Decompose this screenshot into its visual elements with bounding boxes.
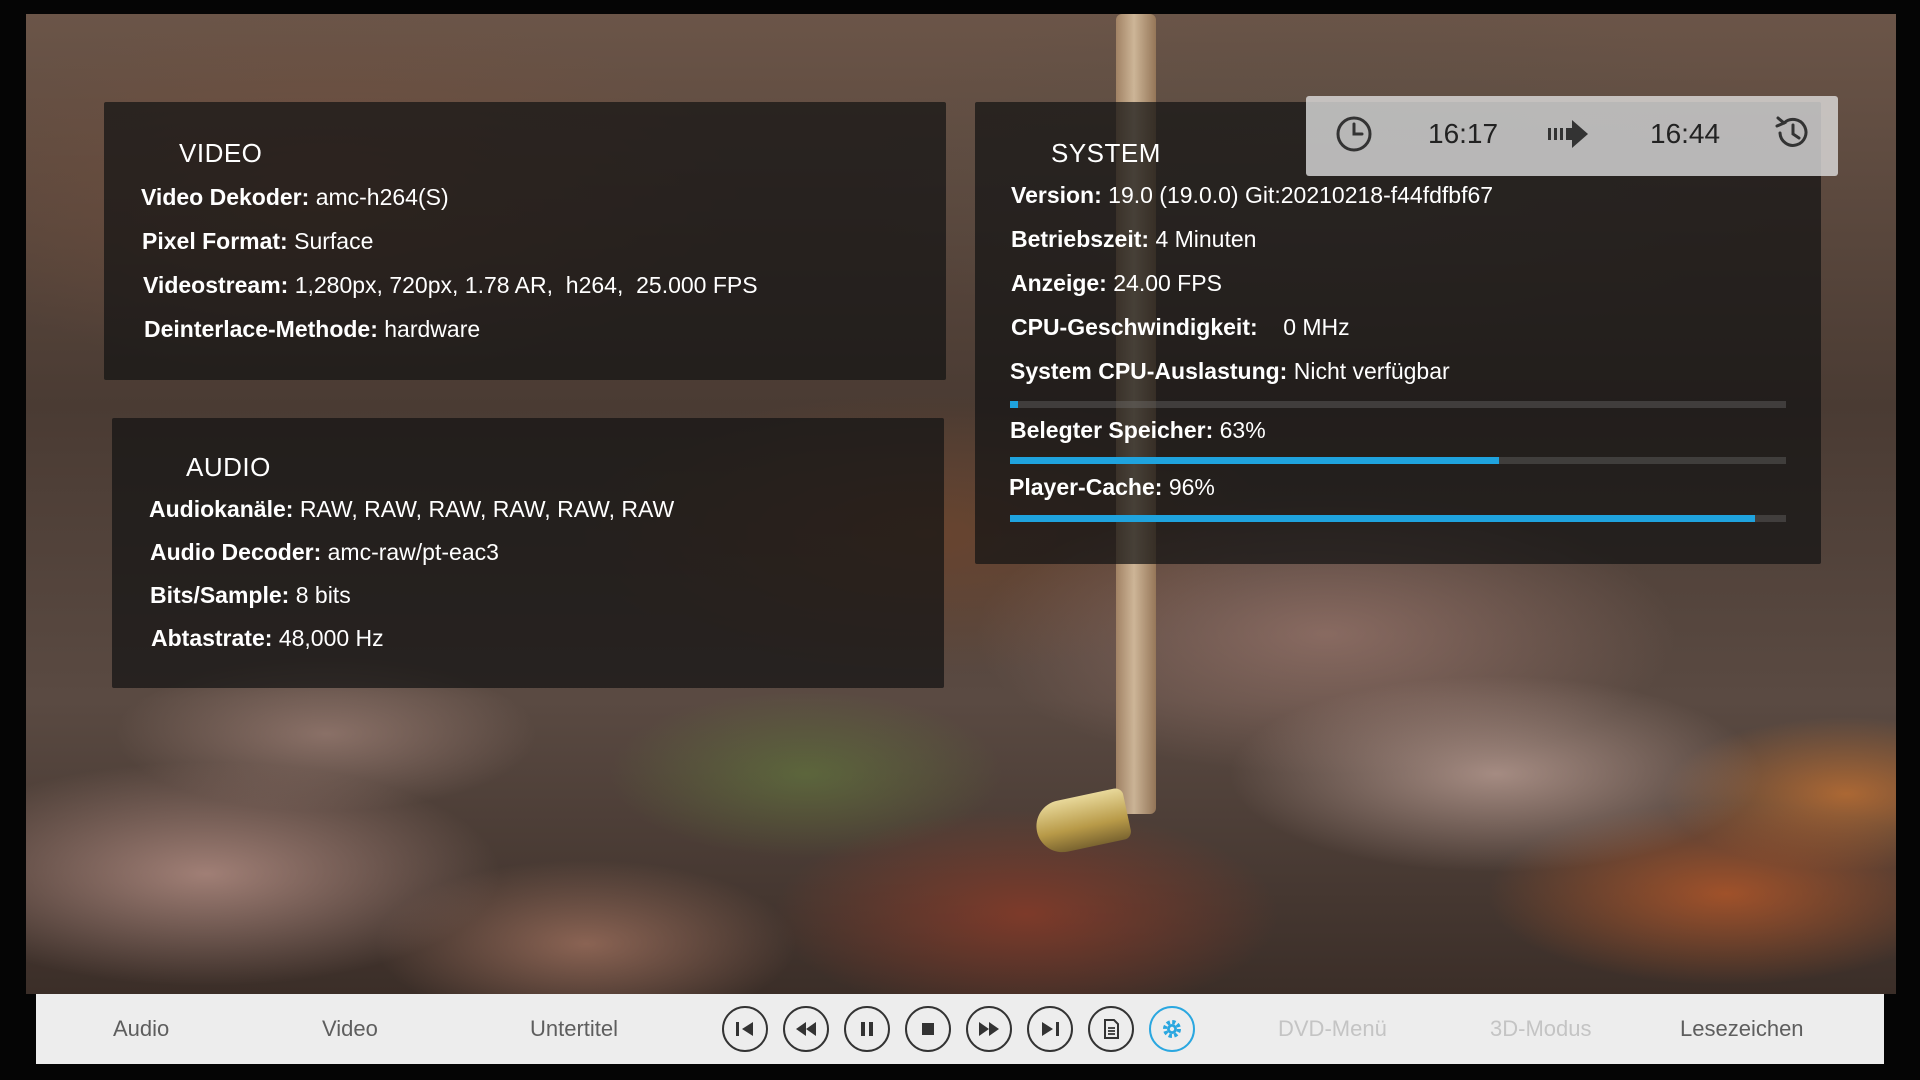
- skip-next-button[interactable]: [1027, 1006, 1073, 1052]
- current-time: 16:17: [1428, 118, 1499, 149]
- row-value: RAW, RAW, RAW, RAW, RAW, RAW: [299, 496, 675, 522]
- row-value: 1,280px, 720px, 1.78 AR, h264, 25.000 FP…: [294, 272, 758, 298]
- row-key: Player-Cache:: [1009, 474, 1163, 500]
- row-key: Video Dekoder:: [141, 184, 310, 210]
- osd-control-bar: Audio Video Untertitel DVD-Menü 3D-Modus…: [36, 994, 1884, 1064]
- skip-next-icon: [1042, 1022, 1059, 1036]
- row-key: Videostream:: [143, 272, 289, 298]
- row-value: amc-raw/pt-eac3: [327, 539, 499, 565]
- settings-button[interactable]: [1149, 1006, 1195, 1052]
- skip-previous-button[interactable]: [722, 1006, 768, 1052]
- row-value: hardware: [384, 316, 481, 342]
- row-value: 63%: [1219, 417, 1266, 443]
- memory-row: Belegter Speicher: 63%: [1010, 417, 1266, 444]
- row-value: 0 MHz: [1264, 314, 1350, 340]
- time-overlay: 16:17 16:44: [1306, 96, 1838, 176]
- fast-forward-button[interactable]: [966, 1006, 1012, 1052]
- row-key: Belegter Speicher:: [1010, 417, 1214, 443]
- background-shell: [1031, 787, 1133, 857]
- stop-icon: [922, 1023, 934, 1035]
- playlist-icon: [1104, 1019, 1119, 1039]
- playlist-button[interactable]: [1088, 1006, 1134, 1052]
- audio-decoder-row: Audio Decoder: amc-raw/pt-eac3: [150, 539, 499, 566]
- row-value: Nicht verfügbar: [1293, 358, 1450, 384]
- rewind-icon: [796, 1022, 816, 1036]
- videostream-row: Videostream: 1,280px, 720px, 1.78 AR, h2…: [143, 272, 758, 299]
- system-panel-title: SYSTEM: [1051, 138, 1161, 168]
- end-time: 16:44: [1650, 118, 1721, 149]
- row-key: Audiokanäle:: [149, 496, 294, 522]
- row-key: Pixel Format:: [142, 228, 288, 254]
- player-cache-bar: [1010, 515, 1786, 522]
- samplerate-row: Abtastrate: 48,000 Hz: [151, 625, 384, 652]
- bookmarks-button[interactable]: Lesezeichen: [1680, 1016, 1804, 1042]
- row-key: Version:: [1011, 182, 1102, 208]
- row-value: Surface: [294, 228, 374, 254]
- cpu-load-row: System CPU-Auslastung: Nicht verfügbar: [1010, 358, 1450, 385]
- pause-icon: [861, 1022, 873, 1036]
- 3d-mode-button[interactable]: 3D-Modus: [1490, 1016, 1591, 1042]
- bits-sample-row: Bits/Sample: 8 bits: [150, 582, 351, 609]
- stop-button[interactable]: [905, 1006, 951, 1052]
- row-key: Betriebszeit:: [1011, 226, 1150, 252]
- subtitle-menu-button[interactable]: Untertitel: [530, 1016, 618, 1042]
- row-key: Abtastrate:: [151, 625, 273, 651]
- row-key: CPU-Geschwindigkeit:: [1011, 314, 1258, 340]
- video-menu-button[interactable]: Video: [322, 1016, 378, 1042]
- row-key: System CPU-Auslastung:: [1010, 358, 1288, 384]
- row-key: Deinterlace-Methode:: [144, 316, 378, 342]
- deinterlace-row: Deinterlace-Methode: hardware: [144, 316, 480, 343]
- display-fps-row: Anzeige: 24.00 FPS: [1011, 270, 1222, 297]
- uptime-row: Betriebszeit: 4 Minuten: [1011, 226, 1256, 253]
- row-key: Anzeige:: [1011, 270, 1107, 296]
- row-value: 8 bits: [295, 582, 351, 608]
- audio-channels-row: Audiokanäle: RAW, RAW, RAW, RAW, RAW, RA…: [149, 496, 674, 523]
- row-value: 4 Minuten: [1155, 226, 1257, 252]
- cpu-load-bar-fill: [1010, 401, 1018, 408]
- row-key: Audio Decoder:: [150, 539, 322, 565]
- row-value: 24.00 FPS: [1113, 270, 1222, 296]
- video-info-panel: VIDEO Video Dekoder: amc-h264(S) Pixel F…: [104, 102, 946, 380]
- clock-icon: [1334, 114, 1374, 159]
- memory-bar-fill: [1010, 457, 1499, 464]
- pixel-format-row: Pixel Format: Surface: [142, 228, 373, 255]
- audio-menu-button[interactable]: Audio: [113, 1016, 169, 1042]
- version-row: Version: 19.0 (19.0.0) Git:20210218-f44f…: [1011, 182, 1493, 209]
- settings-icon: [1163, 1020, 1181, 1038]
- row-value: 96%: [1168, 474, 1215, 500]
- video-decoder-row: Video Dekoder: amc-h264(S): [141, 184, 449, 211]
- cpu-load-bar: [1010, 401, 1786, 408]
- player-cache-bar-fill: [1010, 515, 1755, 522]
- row-value: 19.0 (19.0.0) Git:20210218-f44fdfbf67: [1108, 182, 1494, 208]
- row-value: 48,000 Hz: [278, 625, 384, 651]
- rewind-button[interactable]: [783, 1006, 829, 1052]
- skip-previous-icon: [736, 1022, 753, 1036]
- row-key: Bits/Sample:: [150, 582, 290, 608]
- row-value: amc-h264(S): [315, 184, 449, 210]
- video-panel-title: VIDEO: [179, 138, 263, 168]
- cpu-speed-row: CPU-Geschwindigkeit: 0 MHz: [1011, 314, 1350, 341]
- fast-forward-icon: [979, 1022, 999, 1036]
- dvd-menu-button[interactable]: DVD-Menü: [1278, 1016, 1387, 1042]
- player-cache-row: Player-Cache: 96%: [1009, 474, 1215, 501]
- audio-info-panel: AUDIO Audiokanäle: RAW, RAW, RAW, RAW, R…: [112, 418, 944, 688]
- pause-button[interactable]: [844, 1006, 890, 1052]
- audio-panel-title: AUDIO: [186, 452, 271, 482]
- memory-bar: [1010, 457, 1786, 464]
- arrow-right-icon: [1546, 116, 1592, 157]
- history-icon: [1772, 112, 1814, 159]
